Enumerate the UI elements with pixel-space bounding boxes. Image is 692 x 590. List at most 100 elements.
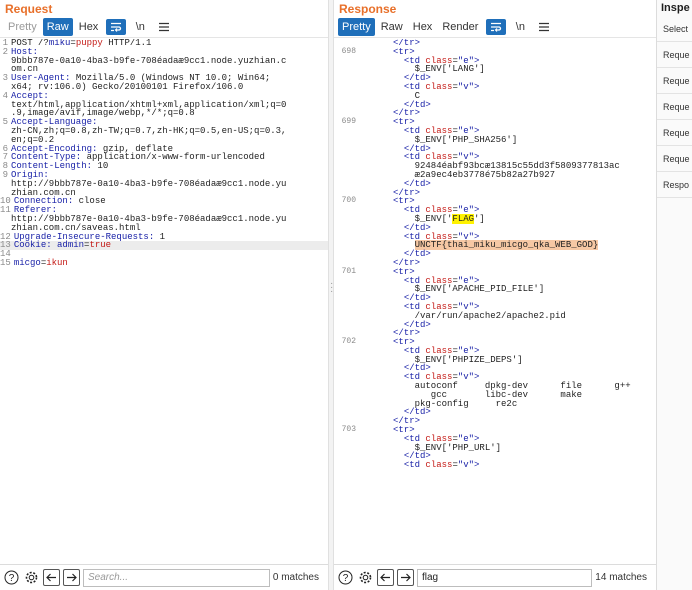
request-search-input[interactable] (83, 568, 270, 587)
line-number (334, 74, 356, 83)
line-number (334, 382, 356, 391)
next-match-icon[interactable] (63, 569, 80, 586)
line-number: 11 (0, 205, 11, 216)
line-number (334, 312, 356, 321)
response-line: </tr> (334, 329, 656, 338)
next-match-icon[interactable] (397, 569, 414, 586)
response-title: Response (339, 2, 397, 16)
response-tab-raw[interactable]: Raw (377, 18, 407, 36)
settings-gear-icon[interactable] (357, 569, 374, 586)
settings-gear-icon[interactable] (23, 569, 40, 586)
request-line: 13 Cookie: admin=true (0, 240, 328, 251)
inspector-row[interactable]: Reque (657, 120, 692, 146)
line-number (334, 408, 356, 417)
response-line: </td> (334, 179, 656, 189)
help-icon[interactable]: ? (337, 569, 354, 586)
response-line: 700 <tr> (334, 197, 656, 206)
line-number: 3 (2, 73, 8, 84)
line-number: 4 (2, 90, 8, 101)
line-number (334, 400, 356, 409)
line-number: 701 (341, 266, 356, 276)
line-number: 700 (341, 196, 356, 206)
line-number (334, 92, 356, 101)
line-number (334, 153, 356, 162)
response-line: </td> (334, 100, 656, 110)
response-line: <td class="e"> (334, 206, 656, 215)
line-number (334, 145, 356, 154)
response-tab-hex[interactable]: Hex (409, 18, 437, 36)
previous-match-icon[interactable] (43, 569, 60, 586)
response-search-input[interactable] (417, 568, 593, 587)
response-line: /var/run/apache2/apache2.pid (334, 311, 656, 321)
response-line: </tr> (334, 109, 656, 118)
inspector-row[interactable]: Reque (657, 94, 692, 120)
line-number (334, 127, 356, 136)
response-line: </tr> (334, 258, 656, 268)
menu-icon[interactable] (154, 19, 174, 35)
line-number (0, 215, 8, 224)
line-number (334, 250, 356, 259)
response-searchbar: ? 14 matches (334, 564, 656, 590)
response-line: $_ENV['PHP_URL'] (334, 443, 656, 453)
response-line: </td> (334, 223, 656, 233)
line-number (334, 101, 356, 110)
response-tab-pretty[interactable]: Pretty (338, 17, 375, 36)
line-number (334, 180, 356, 189)
request-tab-pretty[interactable]: Pretty (4, 18, 41, 36)
inspector-row[interactable]: Reque (657, 68, 692, 94)
response-line: 699 <tr> (334, 117, 656, 127)
response-line: </td> (334, 294, 656, 303)
response-line: pkg-config re2c (334, 399, 656, 409)
newline-toggle-icon[interactable]: \n (510, 19, 530, 35)
response-line: </td> (334, 364, 656, 373)
response-line: 702 <tr> (334, 337, 656, 347)
newline-toggle-icon[interactable]: \n (130, 19, 150, 35)
request-line: x64; rv:106.0) Gecko/20100101 Firefox/10… (0, 83, 328, 92)
line-number (334, 294, 356, 303)
inspector-row[interactable]: Respo (657, 172, 692, 198)
request-tab-raw[interactable]: Raw (42, 17, 73, 36)
response-toolbar: Pretty Raw Hex Render \n (334, 16, 656, 38)
inspector-row[interactable]: Select (657, 16, 692, 42)
line-number (334, 241, 356, 250)
response-line: 698 <tr> (334, 47, 656, 57)
line-number (334, 444, 356, 453)
response-line: UNCTF{thai_miku_micgo_qka_WEB_GOD} (334, 240, 656, 251)
line-number (334, 215, 356, 224)
line-number (334, 285, 356, 294)
response-line: 703 <tr> (334, 425, 656, 435)
line-number (334, 347, 356, 356)
inspector-row[interactable]: Reque (657, 146, 692, 172)
svg-text:?: ? (343, 573, 349, 584)
response-editor[interactable]: </tr> 698 <tr> <td class="e"> $_ENV['LANG'… (334, 39, 656, 564)
wrap-lines-icon[interactable] (486, 18, 507, 35)
line-number (334, 435, 356, 444)
response-line: $_ENV['FLAG'] (334, 213, 656, 224)
response-line: </tr> (334, 188, 656, 198)
line-number (334, 461, 356, 470)
help-icon[interactable]: ? (3, 569, 20, 586)
response-pane: Response Pretty Raw Hex Render \n </tr> 6… (334, 0, 656, 590)
line-number: 5 (2, 117, 8, 128)
previous-match-icon[interactable] (377, 569, 394, 586)
line-number (334, 233, 356, 242)
response-line: </td> (334, 74, 656, 83)
response-tab-render[interactable]: Render (438, 18, 482, 36)
line-number (0, 57, 8, 66)
inspector-title: Inspe (661, 2, 690, 14)
line-number: 15 (0, 257, 11, 268)
line-text: Cookie: admin=true (13, 240, 112, 251)
wrap-lines-icon[interactable] (106, 18, 127, 35)
line-number: 703 (341, 425, 356, 435)
request-tab-hex[interactable]: Hex (75, 18, 103, 36)
response-line: </td> (334, 144, 656, 154)
response-line: <td class="v"> (334, 461, 656, 470)
response-line: </td> (334, 320, 656, 330)
request-pane: Request Pretty Raw Hex \n 1 POST /?miku=p… (0, 0, 328, 590)
inspector-row[interactable]: Reque (657, 42, 692, 68)
line-number (334, 171, 356, 180)
request-editor[interactable]: 1 POST /?miku=puppy HTTP/1.1 2 Host: 9bbb787… (0, 39, 328, 564)
menu-icon[interactable] (534, 19, 554, 35)
response-line: $_ENV['PHP_SHA256'] (334, 135, 656, 145)
response-line: </td> (334, 250, 656, 259)
